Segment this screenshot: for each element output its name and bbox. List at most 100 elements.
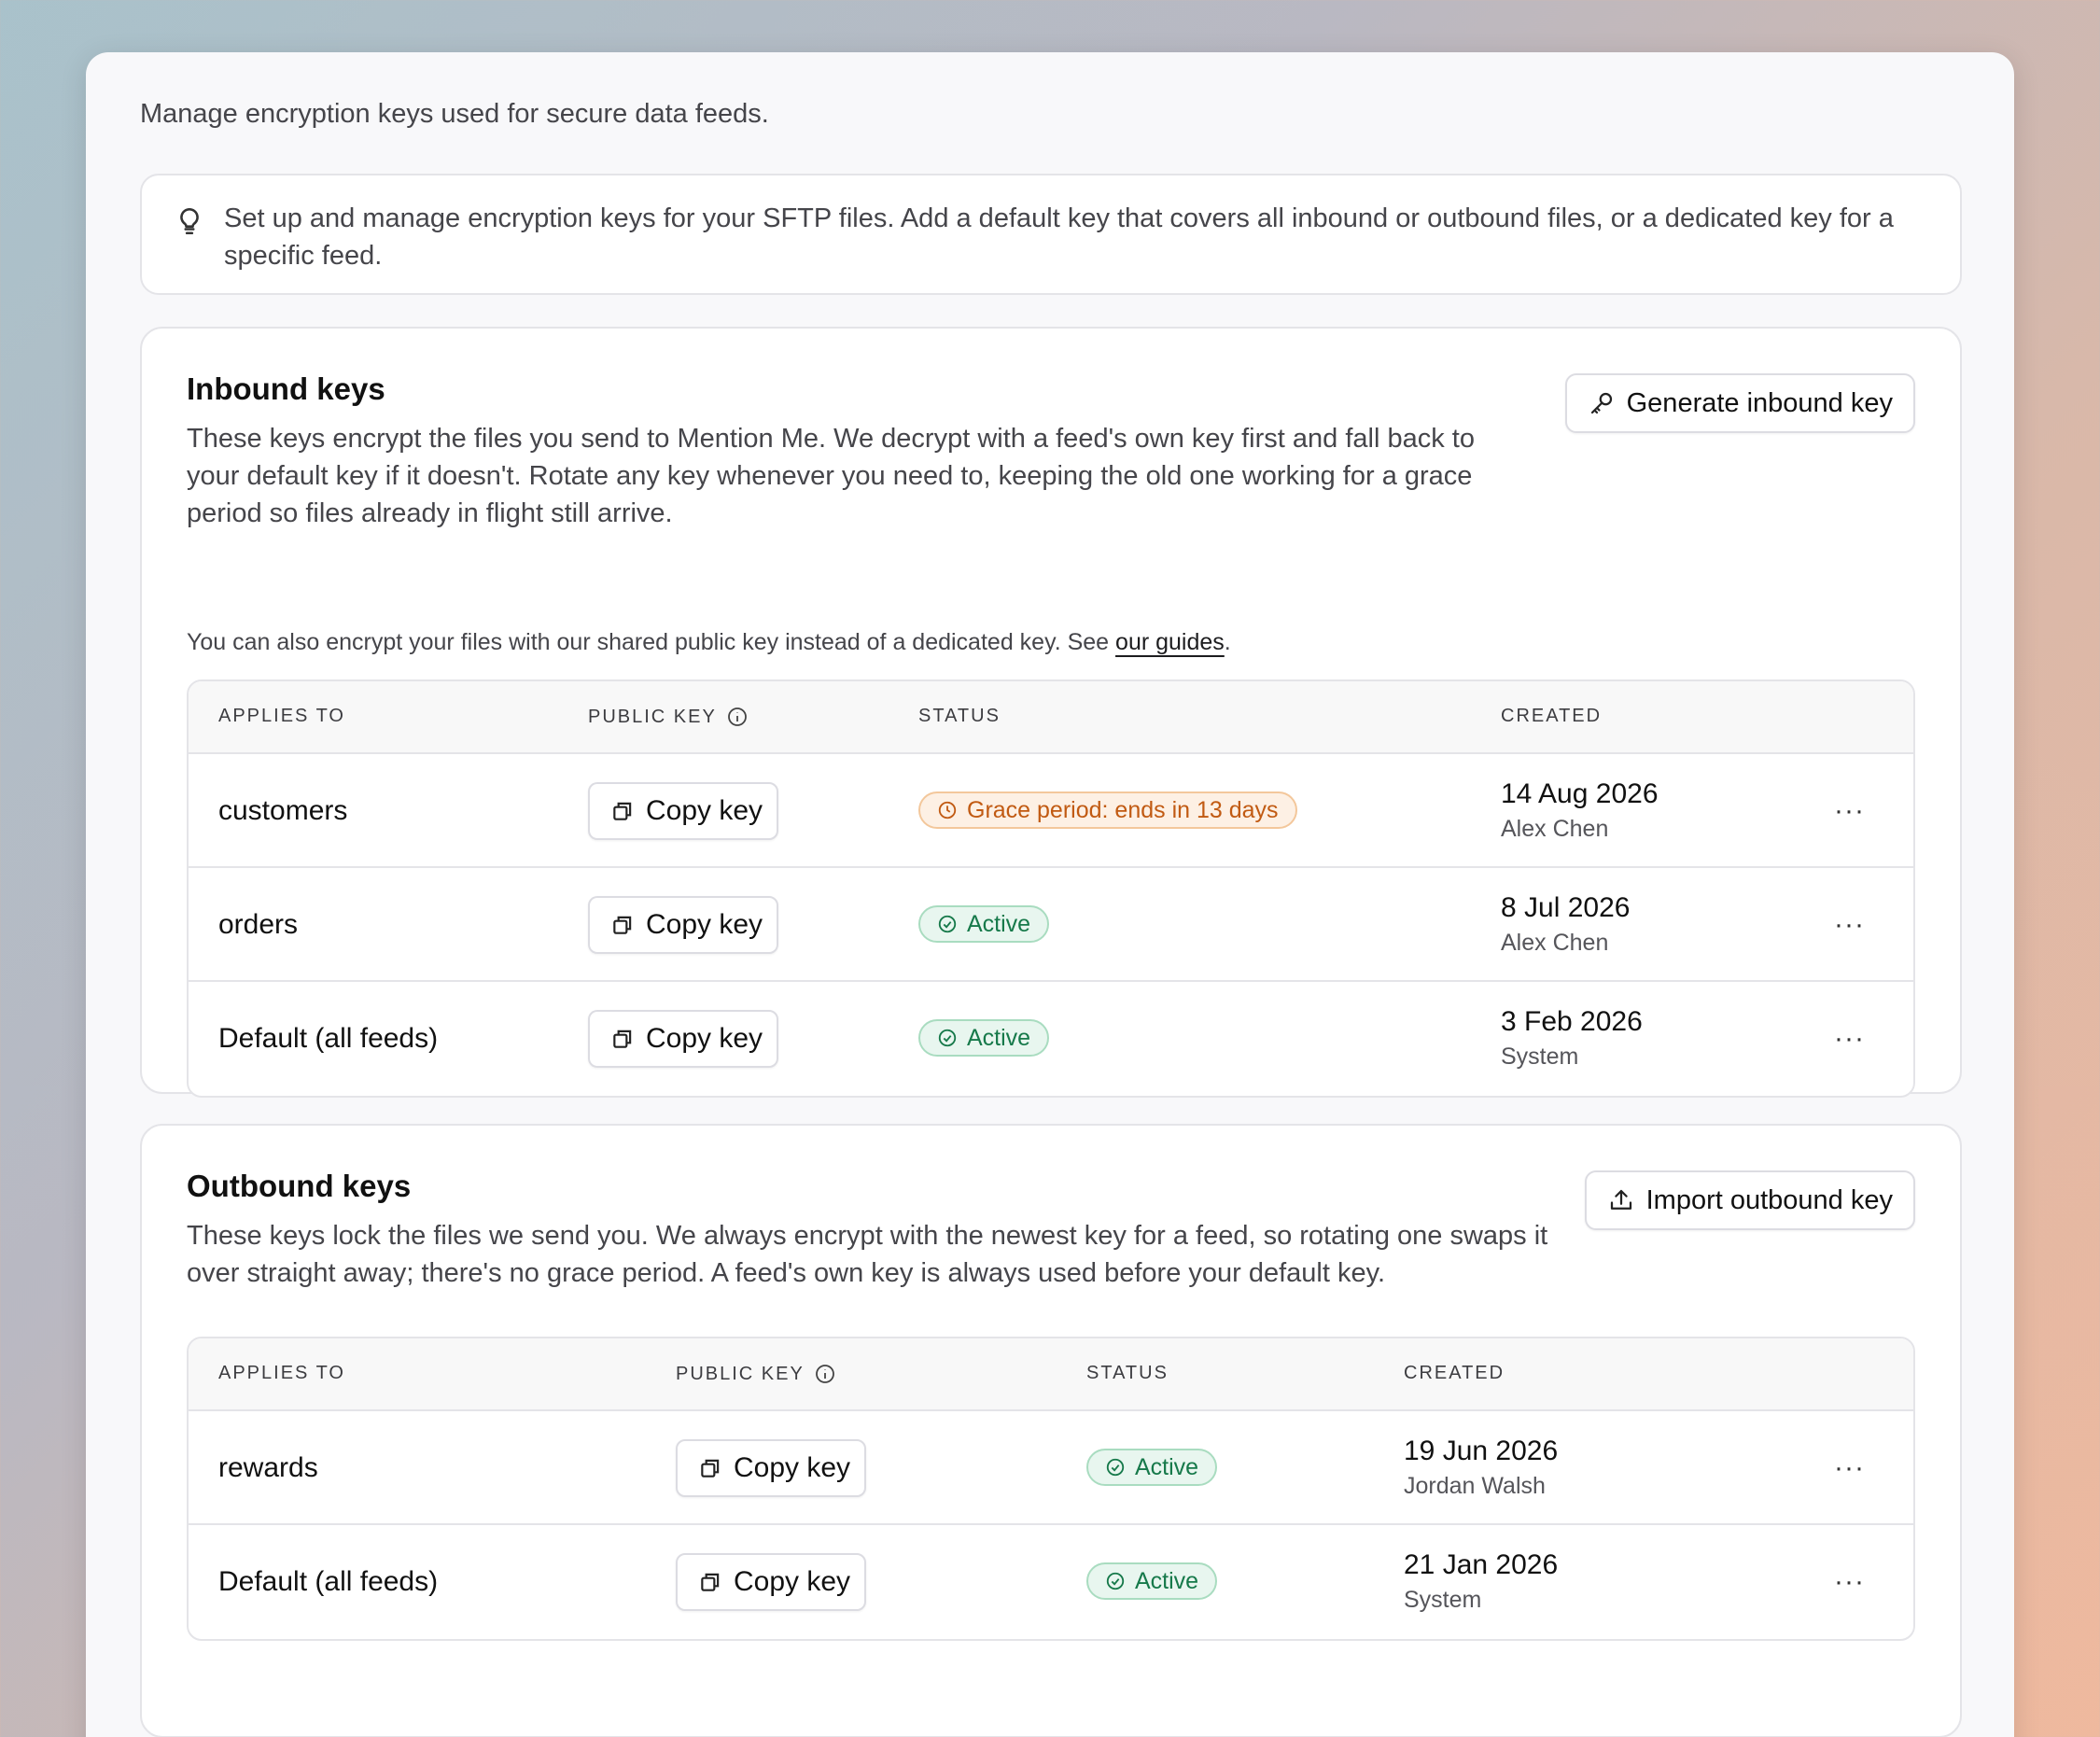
created-by: System bbox=[1501, 1044, 1579, 1070]
generate-inbound-key-label: Generate inbound key bbox=[1626, 387, 1893, 418]
inbound-title: Inbound keys bbox=[187, 371, 385, 406]
applies-to-cell: rewards bbox=[218, 1452, 318, 1483]
created-by: Jordan Walsh bbox=[1404, 1473, 1546, 1499]
status-badge: Active bbox=[1086, 1562, 1218, 1600]
header-public-key-label: PUBLIC KEY bbox=[588, 706, 717, 727]
created-date: 19 Jun 2026 bbox=[1404, 1436, 1559, 1466]
header-created-label: CREATED bbox=[1501, 706, 1603, 726]
more-options-button[interactable]: ··· bbox=[1834, 1023, 1865, 1055]
table-row: rewards Copy key Active 19 Jun 2026 Jord… bbox=[189, 1411, 1913, 1525]
check-circle-icon bbox=[1106, 1458, 1125, 1477]
outbound-keys-section: Outbound keys Import outbound key These … bbox=[140, 1124, 1962, 1737]
created-date: 3 Feb 2026 bbox=[1501, 1006, 1643, 1037]
key-icon bbox=[1590, 392, 1612, 414]
more-options-button[interactable]: ··· bbox=[1834, 795, 1865, 827]
check-circle-icon bbox=[938, 1029, 957, 1047]
copy-key-button[interactable]: Copy key bbox=[588, 782, 778, 840]
inbound-note-text: You can also encrypt your files with our… bbox=[187, 629, 1116, 655]
header-created-label: CREATED bbox=[1404, 1363, 1505, 1383]
status-badge: Active bbox=[918, 905, 1050, 943]
generate-inbound-key-button[interactable]: Generate inbound key bbox=[1564, 373, 1915, 433]
check-circle-icon bbox=[1106, 1572, 1125, 1590]
copy-icon bbox=[613, 916, 632, 934]
outbound-title: Outbound keys bbox=[187, 1169, 412, 1203]
created-by: Alex Chen bbox=[1501, 816, 1609, 842]
inbound-note: You can also encrypt your files with our… bbox=[187, 629, 1231, 656]
status-badge: Grace period: ends in 13 days bbox=[918, 791, 1297, 829]
copy-key-label: Copy key bbox=[646, 1023, 763, 1054]
status-badge: Active bbox=[1086, 1449, 1218, 1486]
table-header: APPLIES TO PUBLIC KEY STATUS CREATED bbox=[189, 1338, 1913, 1411]
created-cell: 21 Jan 2026 System bbox=[1404, 1549, 1558, 1614]
copy-key-label: Copy key bbox=[646, 909, 763, 940]
inbound-keys-section: Inbound keys Generate inbound key These … bbox=[140, 327, 1962, 1098]
info-icon[interactable] bbox=[814, 1363, 836, 1385]
copy-icon bbox=[613, 1030, 632, 1048]
header-applies-to: APPLIES TO bbox=[218, 706, 345, 727]
outbound-description: These keys lock the files we send you. W… bbox=[187, 1221, 1548, 1288]
header-status-label: STATUS bbox=[918, 706, 1001, 726]
copy-key-label: Copy key bbox=[646, 795, 763, 826]
header-status: STATUS bbox=[918, 706, 1001, 727]
inbound-keys-table: APPLIES TO PUBLIC KEY STATUS CREATED cus… bbox=[187, 679, 1915, 1098]
status-label: Active bbox=[967, 1024, 1031, 1051]
table-row: orders Copy key Active 8 Jul 2026 Alex C… bbox=[189, 868, 1913, 982]
table-row: Default (all feeds) Copy key Active 21 J… bbox=[189, 1525, 1913, 1639]
encryption-keys-card: Manage encryption keys used for secure d… bbox=[86, 52, 2014, 1737]
header-public-key: PUBLIC KEY bbox=[588, 706, 749, 728]
copy-key-button[interactable]: Copy key bbox=[676, 1439, 866, 1497]
created-date: 21 Jan 2026 bbox=[1404, 1549, 1559, 1580]
header-public-key-label: PUBLIC KEY bbox=[676, 1363, 805, 1384]
info-icon[interactable] bbox=[726, 706, 749, 728]
import-outbound-key-label: Import outbound key bbox=[1645, 1184, 1893, 1215]
inbound-description: These keys encrypt the files you send to… bbox=[187, 424, 1475, 528]
created-by: Alex Chen bbox=[1501, 930, 1609, 956]
more-options-button[interactable]: ··· bbox=[1834, 1452, 1865, 1484]
clock-icon bbox=[938, 801, 957, 819]
tip-banner: Set up and manage encryption keys for yo… bbox=[140, 174, 1962, 295]
table-row: customers Copy key Grace period: ends in… bbox=[189, 754, 1913, 868]
header-status: STATUS bbox=[1086, 1363, 1169, 1384]
status-label: Active bbox=[1135, 1567, 1199, 1594]
status-label: Active bbox=[1135, 1453, 1199, 1480]
more-options-button[interactable]: ··· bbox=[1834, 1566, 1865, 1598]
header-applies-to-label: APPLIES TO bbox=[218, 1363, 345, 1383]
tip-text: Set up and manage encryption keys for yo… bbox=[224, 203, 1894, 271]
created-date: 8 Jul 2026 bbox=[1501, 892, 1631, 923]
copy-key-button[interactable]: Copy key bbox=[588, 896, 778, 954]
header-status-label: STATUS bbox=[1086, 1363, 1169, 1383]
copy-key-button[interactable]: Copy key bbox=[588, 1010, 778, 1068]
lightbulb-icon bbox=[180, 207, 199, 235]
inbound-note-suffix: . bbox=[1224, 629, 1231, 655]
status-badge: Active bbox=[918, 1019, 1050, 1057]
created-cell: 14 Aug 2026 Alex Chen bbox=[1501, 778, 1659, 843]
applies-to-cell: customers bbox=[218, 795, 348, 826]
status-label: Active bbox=[967, 910, 1031, 937]
applies-to-cell: Default (all feeds) bbox=[218, 1566, 439, 1597]
outbound-keys-table: APPLIES TO PUBLIC KEY STATUS CREATED rew… bbox=[187, 1337, 1915, 1641]
created-cell: 19 Jun 2026 Jordan Walsh bbox=[1404, 1436, 1558, 1500]
more-options-button[interactable]: ··· bbox=[1834, 909, 1865, 941]
header-public-key: PUBLIC KEY bbox=[676, 1363, 836, 1385]
applies-to-cell: Default (all feeds) bbox=[218, 1023, 439, 1054]
copy-icon bbox=[701, 1573, 720, 1591]
header-applies-to-label: APPLIES TO bbox=[218, 706, 345, 726]
our-guides-link[interactable]: our guides bbox=[1115, 629, 1225, 655]
copy-key-button[interactable]: Copy key bbox=[676, 1553, 866, 1611]
table-header: APPLIES TO PUBLIC KEY STATUS CREATED bbox=[189, 681, 1913, 754]
created-cell: 3 Feb 2026 System bbox=[1501, 1006, 1643, 1071]
header-created: CREATED bbox=[1404, 1363, 1505, 1384]
copy-key-label: Copy key bbox=[734, 1452, 851, 1483]
header-created: CREATED bbox=[1501, 706, 1602, 727]
copy-icon bbox=[613, 802, 632, 820]
copy-icon bbox=[701, 1459, 720, 1478]
created-date: 14 Aug 2026 bbox=[1501, 778, 1659, 809]
header-applies-to: APPLIES TO bbox=[218, 1363, 345, 1384]
page-intro: Manage encryption keys used for secure d… bbox=[140, 99, 769, 129]
copy-key-label: Copy key bbox=[734, 1566, 851, 1597]
applies-to-cell: orders bbox=[218, 909, 299, 940]
table-row: Default (all feeds) Copy key Active 3 Fe… bbox=[189, 982, 1913, 1096]
import-outbound-key-button[interactable]: Import outbound key bbox=[1584, 1170, 1915, 1230]
upload-icon bbox=[1610, 1189, 1631, 1210]
status-label: Grace period: ends in 13 days bbox=[967, 796, 1279, 823]
